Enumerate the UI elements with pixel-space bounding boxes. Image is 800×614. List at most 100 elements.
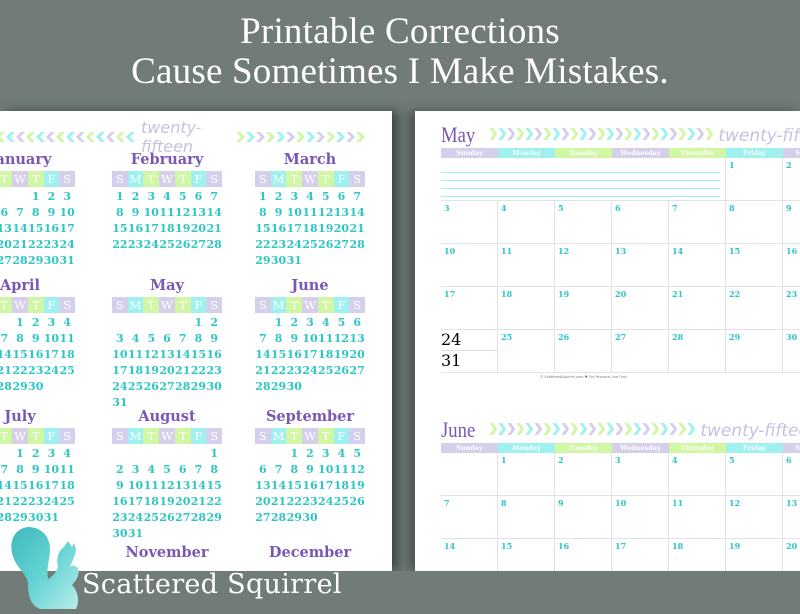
day-number: 14 [190,479,207,492]
day-cell[interactable]: 7 [441,496,498,538]
day-cell[interactable]: 26 [555,330,612,372]
day-cell[interactable]: 27 [612,330,669,372]
weekday-label: F [43,428,60,444]
day-cell[interactable]: 30 [783,330,800,372]
weekday-label: T [0,171,13,187]
day-number: 19 [333,348,350,361]
day-cell[interactable]: 2 [783,158,800,200]
month-name: November [125,544,209,561]
day-number: 25 [143,511,159,524]
day-cell[interactable]: 21 [669,287,726,329]
weekday-label: M [270,428,287,444]
day-cell[interactable]: 2 [555,453,612,495]
weekday-label: W [159,171,175,187]
day-cell[interactable]: 6 [783,453,800,495]
day-cell[interactable]: 23 [783,287,800,329]
day-cell[interactable]: 10 [441,244,498,286]
day-number: 24 [318,495,334,508]
day-number: 15 [286,479,302,492]
day-cell[interactable]: 28 [669,330,726,372]
day-number: 25 [59,495,75,508]
day-cell[interactable]: 3 [441,201,498,243]
day-cell[interactable]: 10 [612,496,669,538]
day-cell[interactable]: 15 [726,244,783,286]
day-cell[interactable]: 24 [441,330,497,351]
day-number: 27 [615,332,627,342]
day-cell[interactable]: 9 [783,201,800,243]
day-number: 9 [786,203,792,213]
split-day-cell[interactable]: 24 31 [441,330,498,372]
day-number: 16 [286,348,302,361]
day-number: 12 [175,206,191,219]
day-number: 5 [729,455,735,465]
day-cell[interactable]: 4 [498,201,555,243]
day-cell[interactable]: 16 [783,244,800,286]
weekday-label: Friday [726,443,783,453]
day-cell[interactable]: 18 [669,539,726,571]
day-cell[interactable]: 4 [669,453,726,495]
day-cell[interactable]: 19 [726,539,783,571]
day-cell[interactable]: 19 [555,287,612,329]
day-cell[interactable]: 25 [498,330,555,372]
day-cell[interactable]: 6 [612,201,669,243]
weekday-label: F [333,428,350,444]
day-cell[interactable]: 29 [726,330,783,372]
weekday-label: S [59,297,76,313]
day-cell[interactable]: 13 [783,496,800,538]
weekday-header: SMTWTFS [255,297,366,313]
day-number: 4 [147,463,156,476]
day-cell[interactable]: 16 [555,539,612,571]
day-cell[interactable]: 8 [498,496,555,538]
notes-area[interactable] [441,158,726,200]
day-cell[interactable]: 9 [555,496,612,538]
chevron-icon [56,132,65,142]
day-cell[interactable]: 3 [612,453,669,495]
day-number: 25 [59,364,75,377]
day-cell[interactable]: 11 [669,496,726,538]
day-cell[interactable]: 13 [612,244,669,286]
day-cell[interactable]: 5 [726,453,783,495]
day-number: 8 [210,463,218,476]
empty-day [159,315,175,331]
day-number: 18 [672,541,684,551]
weekday-label: Wednesday [612,148,669,158]
day-cell[interactable]: 12 [555,244,612,286]
day-number: 29 [206,511,222,524]
day-number: 17 [302,348,318,361]
day-cell[interactable]: 22 [726,287,783,329]
day-cell[interactable]: 20 [612,287,669,329]
day-number: 18 [318,348,334,361]
day-cell[interactable]: 17 [612,539,669,571]
day-number: 1 [31,190,40,203]
day-number: 13 [190,206,207,219]
day-cell[interactable]: 12 [726,496,783,538]
day-number: 29 [255,254,271,267]
chevron-icon [76,132,85,142]
day-cell[interactable]: 31 [441,351,497,372]
day-cell[interactable] [441,453,498,495]
weekday-label: Saturday [783,148,800,158]
chevron-icon [534,423,543,435]
day-cell[interactable]: 15 [498,539,555,571]
chevron-icon [633,128,642,140]
day-cell[interactable]: 8 [726,201,783,243]
day-cell[interactable]: 17 [441,287,498,329]
day-cell[interactable]: 14 [441,539,498,571]
weekday-label: F [190,297,207,313]
day-cell[interactable]: 11 [498,244,555,286]
day-cell[interactable]: 20 [783,539,800,571]
day-cell[interactable]: 5 [555,201,612,243]
copyright-footer: © ScatteredSquirrel.com ♥ For Personal U… [539,375,628,379]
day-number: 11 [143,479,159,492]
weekday-label: W [302,428,318,444]
day-number: 14 [206,206,222,219]
day-cell[interactable]: 1 [498,453,555,495]
day-cell[interactable]: 18 [498,287,555,329]
day-number: 13 [159,348,175,361]
day-number: 31 [441,351,462,370]
weekday-label: S [206,297,223,313]
weekday-label: F [333,297,350,313]
day-cell[interactable]: 7 [669,201,726,243]
day-cell[interactable]: 14 [669,244,726,286]
day-cell[interactable]: 1 [726,158,783,200]
